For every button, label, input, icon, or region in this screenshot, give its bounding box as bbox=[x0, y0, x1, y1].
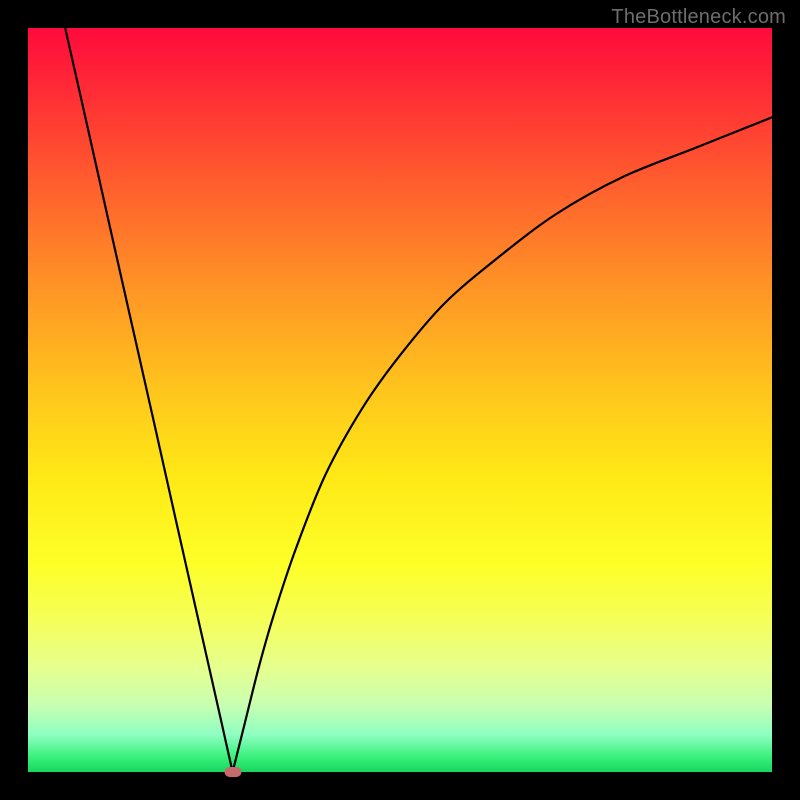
curve-svg bbox=[28, 28, 772, 772]
chart-frame: TheBottleneck.com bbox=[0, 0, 800, 800]
min-marker bbox=[224, 767, 241, 777]
plot-area bbox=[28, 28, 772, 772]
watermark-text: TheBottleneck.com bbox=[611, 6, 786, 29]
curve-left bbox=[65, 28, 232, 772]
curve-right bbox=[233, 117, 772, 772]
